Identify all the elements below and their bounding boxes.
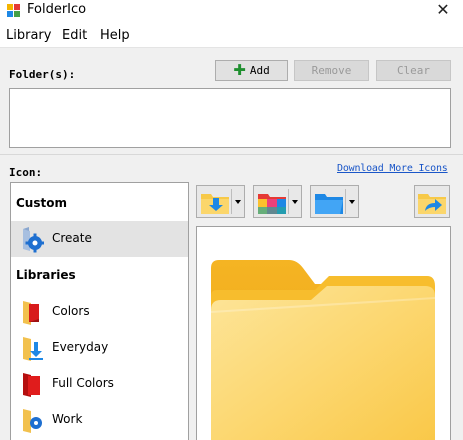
colors-folder-icon bbox=[23, 301, 39, 325]
folder-preview-icon bbox=[211, 260, 436, 440]
library-panel: Custom Create Libraries Colors Everyday … bbox=[10, 182, 189, 440]
close-icon: ✕ bbox=[436, 0, 450, 19]
download-more-icons-link[interactable]: Download More Icons bbox=[337, 163, 448, 174]
work-folder-icon bbox=[23, 409, 42, 433]
sidebar-item-colors-label: Colors bbox=[52, 304, 90, 318]
add-button-label: Add bbox=[249, 64, 270, 77]
blue-folder-icon bbox=[315, 194, 343, 214]
icon-preview bbox=[196, 226, 451, 440]
window-title: FolderIco bbox=[27, 2, 87, 17]
folder-download-icon bbox=[201, 194, 229, 214]
style-dropdown[interactable] bbox=[310, 185, 359, 218]
dropdown-divider bbox=[231, 189, 232, 214]
import-icon-dropdown[interactable] bbox=[196, 185, 245, 218]
sidebar-item-everyday-label: Everyday bbox=[52, 340, 109, 354]
everyday-folder-icon bbox=[23, 337, 43, 361]
color-folder-icon bbox=[258, 194, 286, 214]
title-bar: FolderIco ✕ bbox=[0, 0, 463, 22]
menu-edit[interactable]: Edit bbox=[62, 28, 87, 43]
full-colors-folder-icon bbox=[23, 373, 40, 397]
clear-button-label: Clear bbox=[396, 64, 431, 77]
remove-button[interactable]: Remove bbox=[294, 60, 369, 81]
folders-label: Folder(s): bbox=[9, 68, 76, 81]
libraries-header: Libraries bbox=[16, 268, 76, 282]
color-dropdown[interactable] bbox=[253, 185, 302, 218]
app-logo-icon bbox=[7, 4, 20, 17]
menu-library[interactable]: Library bbox=[6, 28, 51, 43]
folder-list[interactable] bbox=[9, 88, 451, 148]
dropdown-divider bbox=[288, 189, 289, 214]
sidebar-item-full-colors[interactable]: Full Colors bbox=[11, 366, 188, 402]
create-gear-icon bbox=[23, 227, 44, 253]
add-button[interactable]: ✚ Add bbox=[215, 60, 288, 81]
folder-share-arrow-icon bbox=[418, 194, 446, 214]
sidebar-item-colors[interactable]: Colors bbox=[11, 294, 188, 330]
sidebar-item-create[interactable]: Create bbox=[11, 221, 188, 257]
custom-header: Custom bbox=[16, 196, 67, 210]
sidebar-item-work-label: Work bbox=[52, 412, 83, 426]
sidebar-item-full-colors-label: Full Colors bbox=[52, 376, 114, 390]
chevron-down-icon[interactable] bbox=[349, 200, 355, 204]
chevron-down-icon[interactable] bbox=[292, 200, 298, 204]
sidebar-item-everyday[interactable]: Everyday bbox=[11, 330, 188, 366]
sidebar-item-create-label: Create bbox=[52, 231, 92, 245]
menu-bar: Library Edit Help bbox=[0, 22, 463, 48]
apply-button[interactable] bbox=[414, 185, 450, 218]
divider bbox=[0, 154, 463, 155]
menu-help[interactable]: Help bbox=[100, 28, 130, 43]
close-button[interactable]: ✕ bbox=[431, 0, 455, 20]
clear-button[interactable]: Clear bbox=[376, 60, 451, 81]
icon-label: Icon: bbox=[9, 166, 43, 179]
plus-icon: ✚ bbox=[233, 61, 246, 79]
chevron-down-icon[interactable] bbox=[235, 200, 241, 204]
sidebar-item-work[interactable]: Work bbox=[11, 402, 188, 438]
dropdown-divider bbox=[345, 189, 346, 214]
remove-button-label: Remove bbox=[311, 64, 352, 77]
